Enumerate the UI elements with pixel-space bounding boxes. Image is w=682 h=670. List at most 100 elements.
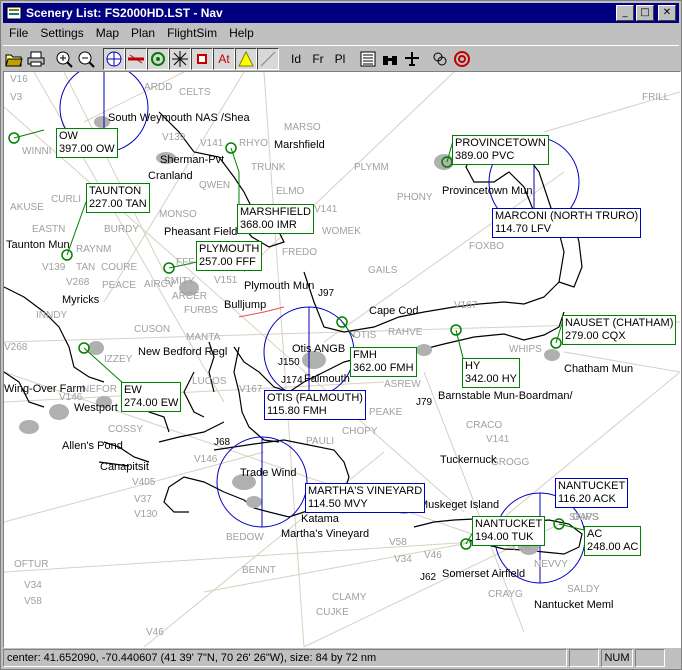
- zoom-in-icon: [56, 51, 73, 68]
- ndb-icon: [172, 51, 188, 67]
- waypoint-icon: [433, 52, 447, 66]
- navaid-name: EW: [124, 384, 142, 396]
- ndb-button[interactable]: [169, 48, 191, 70]
- zoom-in-button[interactable]: [53, 48, 75, 70]
- navaid-box[interactable]: OW 397.00 OW: [56, 128, 118, 158]
- place-label-icon: Pl: [334, 52, 346, 66]
- menu-map[interactable]: Map: [90, 26, 125, 40]
- status-text: center: 41.652090, -70.440607 (41 39' 7"…: [3, 649, 567, 667]
- menu-settings[interactable]: Settings: [34, 26, 89, 40]
- navaid-box[interactable]: EW 274.00 EW: [121, 382, 182, 412]
- print-button[interactable]: [25, 48, 47, 70]
- navaid-box[interactable]: NAUSET (CHATHAM) 279.00 CQX: [562, 315, 677, 345]
- compass-button[interactable]: [103, 48, 125, 70]
- freq-label-icon: Fr: [312, 52, 324, 66]
- application-window: Scenery List: FS2000HD.LST - Nav _ □ ✕ F…: [0, 0, 682, 670]
- waypoint-button[interactable]: [429, 48, 451, 70]
- navaid-freq: 257.00 FFF: [199, 256, 256, 268]
- navaid-name: NANTUCKET: [558, 480, 626, 492]
- navaid-name: OTIS (FALMOUTH): [267, 392, 363, 404]
- zoom-out-button[interactable]: [75, 48, 97, 70]
- navaid-freq: 279.00 CQX: [565, 330, 626, 342]
- navaid-freq: 362.00 FMH: [353, 362, 414, 374]
- freq-label-button[interactable]: Fr: [307, 48, 329, 70]
- runway-icon: [128, 54, 144, 64]
- open-icon: [5, 54, 23, 67]
- navaid-freq: 397.00 OW: [59, 143, 115, 155]
- navaid-box[interactable]: HY 342.00 HY: [462, 358, 520, 388]
- list-button[interactable]: [357, 48, 379, 70]
- vor-button[interactable]: [147, 48, 169, 70]
- status-bar: center: 41.652090, -70.440607 (41 39' 7"…: [3, 649, 679, 667]
- compass-icon: [106, 51, 122, 67]
- navaid-freq: 248.00 AC: [587, 541, 639, 553]
- binoculars-button[interactable]: [379, 48, 401, 70]
- navaid-box[interactable]: OTIS (FALMOUTH) 115.80 FMH: [264, 390, 366, 420]
- app-icon: [6, 6, 22, 20]
- status-pane-blank: [635, 649, 665, 667]
- navaid-box[interactable]: FMH 362.00 FMH: [350, 347, 417, 377]
- navaid-name: HY: [465, 360, 481, 372]
- menu-file[interactable]: File: [3, 26, 34, 40]
- navaid-freq: 342.00 HY: [465, 373, 517, 385]
- runway-button[interactable]: [125, 48, 147, 70]
- navaid-name: MARCONI (NORTH TRURO): [495, 210, 639, 222]
- navaid-name: PROVINCETOWN: [455, 137, 546, 149]
- navaid-box[interactable]: PROVINCETOWN 389.00 PVC: [452, 135, 549, 165]
- menu-bar: File Settings Map Plan FlightSim Help: [3, 24, 679, 42]
- open-button[interactable]: [3, 48, 25, 70]
- target-icon: [454, 51, 470, 67]
- close-button[interactable]: ✕: [658, 5, 676, 21]
- navaid-freq: 274.00 EW: [124, 397, 179, 409]
- place-label-button[interactable]: Pl: [329, 48, 351, 70]
- navaid-box[interactable]: PLYMOUTH 257.00 FFF: [196, 241, 263, 271]
- navaid-box[interactable]: MARTHA'S VINEYARD 114.50 MVY: [305, 483, 426, 513]
- navaid-box[interactable]: NANTUCKET 116.20 ACK: [555, 478, 629, 508]
- resize-grip-icon[interactable]: [665, 650, 679, 666]
- navaid-box[interactable]: AC 248.00 AC: [584, 526, 642, 556]
- atc-icon: At: [218, 52, 230, 66]
- navaid-box[interactable]: TAUNTON 227.00 TAN: [86, 183, 150, 213]
- target-button[interactable]: [451, 48, 473, 70]
- marker-icon: [197, 54, 207, 64]
- navaid-name: MARSHFIELD: [240, 206, 311, 218]
- status-pane-blank: [569, 649, 599, 667]
- vor-icon: [151, 52, 165, 66]
- title-bar[interactable]: Scenery List: FS2000HD.LST - Nav _ □ ✕: [3, 3, 679, 23]
- navaid-name: NANTUCKET: [475, 518, 543, 530]
- maximize-button[interactable]: □: [636, 5, 654, 21]
- navaid-freq: 389.00 PVC: [455, 150, 515, 162]
- atc-button[interactable]: At: [213, 48, 235, 70]
- binoculars-icon: [383, 56, 397, 65]
- navaid-freq: 115.80 FMH: [267, 405, 327, 417]
- navaid-labels: OW 397.00 OW TAUNTON 227.00 TAN MARSHFIE…: [4, 72, 680, 647]
- fix-button[interactable]: [257, 48, 279, 70]
- navaid-box[interactable]: NANTUCKET 194.00 TUK: [472, 516, 546, 546]
- navaid-freq: 114.70 LFV: [495, 223, 552, 235]
- id-label-button[interactable]: Id: [285, 48, 307, 70]
- navaid-box[interactable]: MARCONI (NORTH TRURO) 114.70 LFV: [492, 208, 642, 238]
- fix-icon: [260, 51, 276, 67]
- navaid-name: PLYMOUTH: [199, 243, 260, 255]
- menu-flightsim[interactable]: FlightSim: [161, 26, 223, 40]
- minimize-icon: _: [622, 7, 628, 18]
- navaid-box[interactable]: MARSHFIELD 368.00 IMR: [237, 204, 314, 234]
- airplane-button[interactable]: [401, 48, 423, 70]
- map-view[interactable]: V16 V3 V139 V141 V141 V139 V268 V151 V16…: [3, 71, 681, 648]
- navaid-name: FMH: [353, 349, 377, 361]
- minimize-button[interactable]: _: [616, 5, 634, 21]
- list-icon: [360, 51, 376, 67]
- menu-plan[interactable]: Plan: [125, 26, 161, 40]
- airplane-icon: [405, 52, 419, 66]
- num-lock-indicator: NUM: [601, 649, 633, 667]
- navaid-freq: 368.00 IMR: [240, 219, 297, 231]
- warning-icon: [238, 50, 254, 67]
- navaid-freq: 194.00 TUK: [475, 531, 534, 543]
- menu-help[interactable]: Help: [223, 26, 260, 40]
- navaid-name: OW: [59, 130, 78, 142]
- navaid-freq: 116.20 ACK: [558, 493, 616, 505]
- window-title: Scenery List: FS2000HD.LST - Nav: [26, 6, 223, 20]
- marker-button[interactable]: [191, 48, 213, 70]
- warning-button[interactable]: [235, 48, 257, 70]
- navaid-freq: 114.50 MVY: [308, 498, 368, 510]
